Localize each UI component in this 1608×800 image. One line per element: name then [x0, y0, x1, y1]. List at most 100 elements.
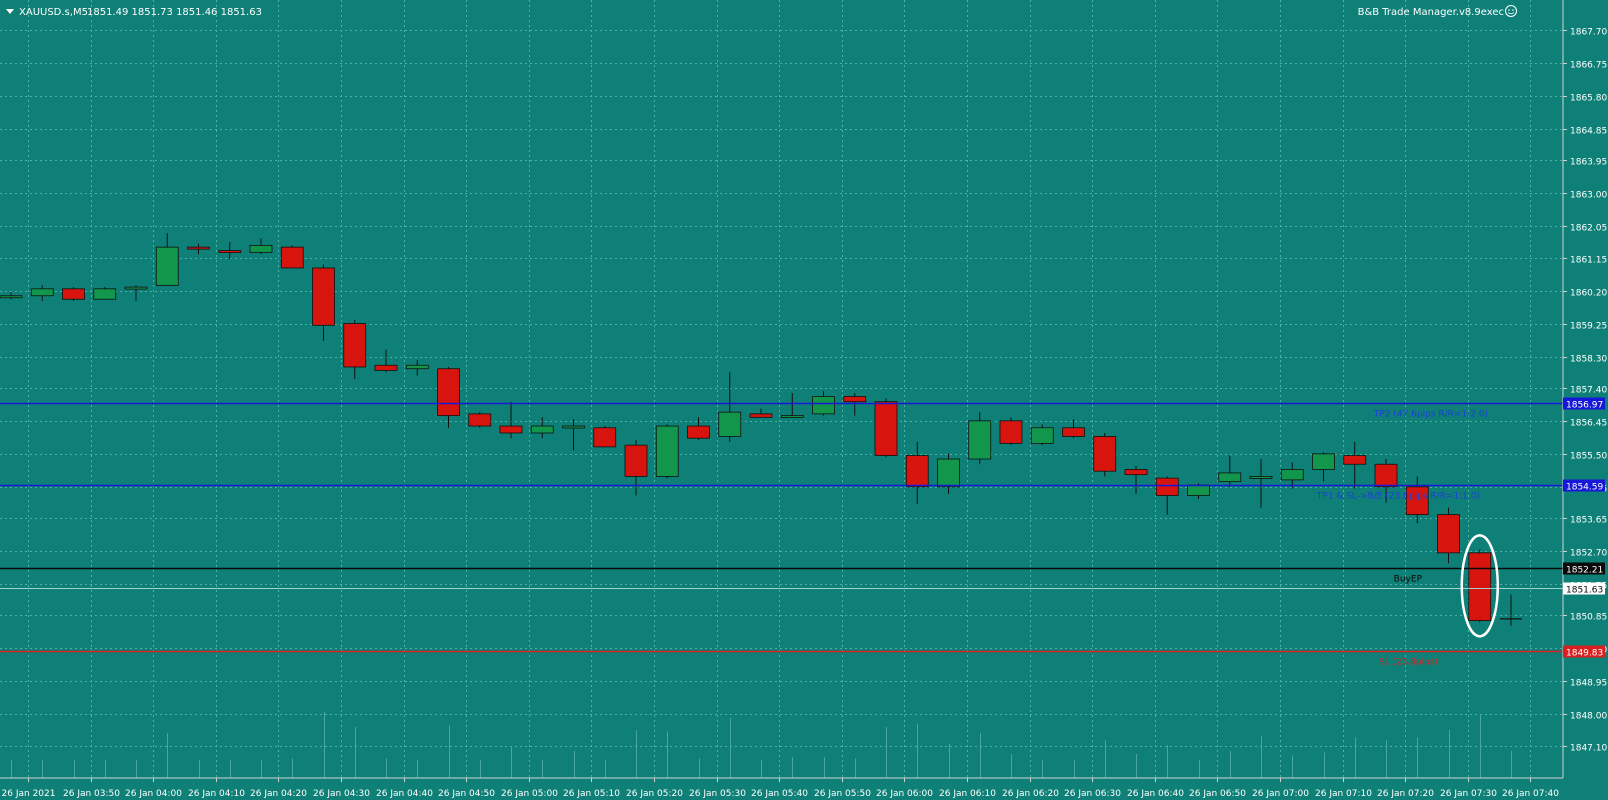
candle-body [874, 401, 898, 456]
price-tag-label: 1854.59 [1566, 483, 1603, 493]
candle-body [280, 246, 304, 269]
candle-body [1343, 455, 1367, 465]
x-tick-label: 26 Jan 04:30 [313, 789, 370, 799]
candle-body [374, 364, 398, 371]
y-tick-label: 1861.15 [1570, 256, 1607, 266]
candle-body [968, 420, 992, 460]
x-tick-label: 26 Jan 06:30 [1064, 789, 1121, 799]
price-tag-label: 1852.21 [1566, 566, 1603, 576]
candle-body [155, 246, 179, 286]
candle [655, 424, 679, 479]
candle-body [687, 425, 710, 439]
x-tick-label: 26 Jan 06:20 [1002, 789, 1059, 799]
candle-body [1093, 436, 1117, 472]
chart[interactable]: TP2 (47.6pips R/R=1:2.0) TP1 & SL->B/E (2… [0, 0, 1608, 800]
y-tick-label: 1847.10 [1570, 744, 1607, 754]
price-tag-current-label: 1851.63 [1566, 586, 1603, 596]
ohlc-label: 1851.49 1851.73 1851.46 1851.63 [87, 7, 262, 18]
ea-label: B&B Trade Manager.v8.9exec [1358, 7, 1504, 18]
x-tick-label: 26 Jan 05:40 [751, 789, 808, 799]
candle-body [937, 458, 960, 488]
price-tag-label: 1856.97 [1566, 401, 1603, 411]
y-tick-label: 1848.00 [1570, 712, 1607, 722]
x-tick-label: 26 Jan 06:00 [876, 789, 933, 799]
candle-body [749, 413, 773, 418]
y-tick-label: 1864.85 [1570, 127, 1607, 137]
candle-body [312, 267, 335, 326]
candle [62, 287, 85, 301]
candle-body [780, 415, 804, 419]
y-tick-label: 1867.70 [1570, 28, 1607, 38]
y-tick-label: 1853.65 [1570, 516, 1607, 526]
candle-body [812, 396, 835, 415]
candle-body [468, 413, 492, 427]
x-tick-label: 26 Jan 03:50 [63, 789, 120, 799]
y-tick-label: 1857.40 [1570, 386, 1607, 396]
x-tick-label: 26 Jan 05:20 [626, 789, 683, 799]
y-tick-label: 1858.30 [1570, 355, 1607, 365]
candle-body [905, 455, 929, 488]
x-tick-label: 26 Jan 06:40 [1127, 789, 1184, 799]
candle-body [405, 364, 429, 370]
candle-body [530, 425, 554, 434]
candle-body [218, 250, 242, 253]
price-tag-label: 1849.83 [1566, 649, 1603, 659]
candle-body [343, 323, 367, 368]
x-tick-label: 26 Jan 04:10 [188, 789, 245, 799]
x-tick-label: 26 Jan 04:20 [250, 789, 307, 799]
x-tick-label: 26 Jan 06:10 [939, 789, 996, 799]
candle-body [1437, 514, 1460, 554]
y-tick-label: 1859.25 [1570, 322, 1607, 332]
candle [1030, 424, 1054, 446]
x-tick-label: 26 Jan 05:10 [563, 789, 620, 799]
candle [874, 398, 898, 458]
level-label-tp1: TP1 & SL->B/E (23.8pips R/R=1:1.0) [1316, 492, 1480, 502]
level-label-buyep: BuyEP [1394, 575, 1423, 585]
level-label-sl: SL (23.8pips) [1379, 658, 1438, 668]
y-tick-label: 1862.05 [1570, 224, 1607, 234]
y-tick-label: 1865.80 [1570, 94, 1607, 104]
candle [999, 417, 1023, 446]
x-tick-label: 26 Jan 07:00 [1252, 789, 1309, 799]
candle [280, 245, 304, 269]
y-tick-label: 1855.50 [1570, 452, 1607, 462]
symbol-label: XAUUSD.s,M5 [19, 7, 88, 18]
candle-body [499, 425, 523, 434]
x-tick-label: 26 Jan 2021 [2, 789, 56, 799]
candle-body [655, 425, 679, 477]
x-tick-label: 26 Jan 07:40 [1502, 789, 1559, 799]
candle-body [624, 444, 648, 477]
x-tick-label: 26 Jan 05:00 [501, 789, 558, 799]
y-tick-label: 1860.20 [1570, 289, 1607, 299]
candle-body [562, 425, 585, 429]
x-tick-label: 26 Jan 05:30 [689, 789, 746, 799]
candle-body [1312, 453, 1335, 470]
candle-body [1124, 469, 1148, 476]
candle [93, 287, 117, 300]
y-tick-label: 1856.45 [1570, 419, 1607, 429]
x-tick-label: 26 Jan 07:10 [1315, 789, 1372, 799]
candle [1093, 432, 1117, 477]
candle-body [0, 295, 23, 299]
level-label-tp2: TP2 (47.6pips R/R=1:2.0) [1373, 410, 1488, 420]
candle-body [30, 288, 54, 297]
candle-body [1030, 427, 1054, 444]
candle [468, 412, 492, 428]
candle-body [1155, 477, 1179, 496]
candle-body [1218, 472, 1242, 483]
candle-body [437, 368, 460, 417]
x-tick-label: 26 Jan 06:50 [1189, 789, 1246, 799]
y-tick-label: 1850.85 [1570, 613, 1607, 623]
price-axis: 1867.70 1866.75 1865.80 1864.85 1863.95 1863.… [1563, 28, 1607, 754]
y-tick-label: 1852.70 [1570, 549, 1607, 559]
candle-body [62, 288, 85, 300]
y-tick-label: 1863.95 [1570, 158, 1607, 168]
candle [593, 426, 617, 448]
candle-body [93, 288, 117, 300]
y-tick-label: 1866.75 [1570, 61, 1607, 71]
candle-body [249, 244, 273, 253]
chart-background [0, 0, 1608, 800]
x-tick-label: 26 Jan 04:50 [438, 789, 495, 799]
candle-body [1280, 469, 1304, 481]
x-tick-label: 26 Jan 04:00 [125, 789, 182, 799]
